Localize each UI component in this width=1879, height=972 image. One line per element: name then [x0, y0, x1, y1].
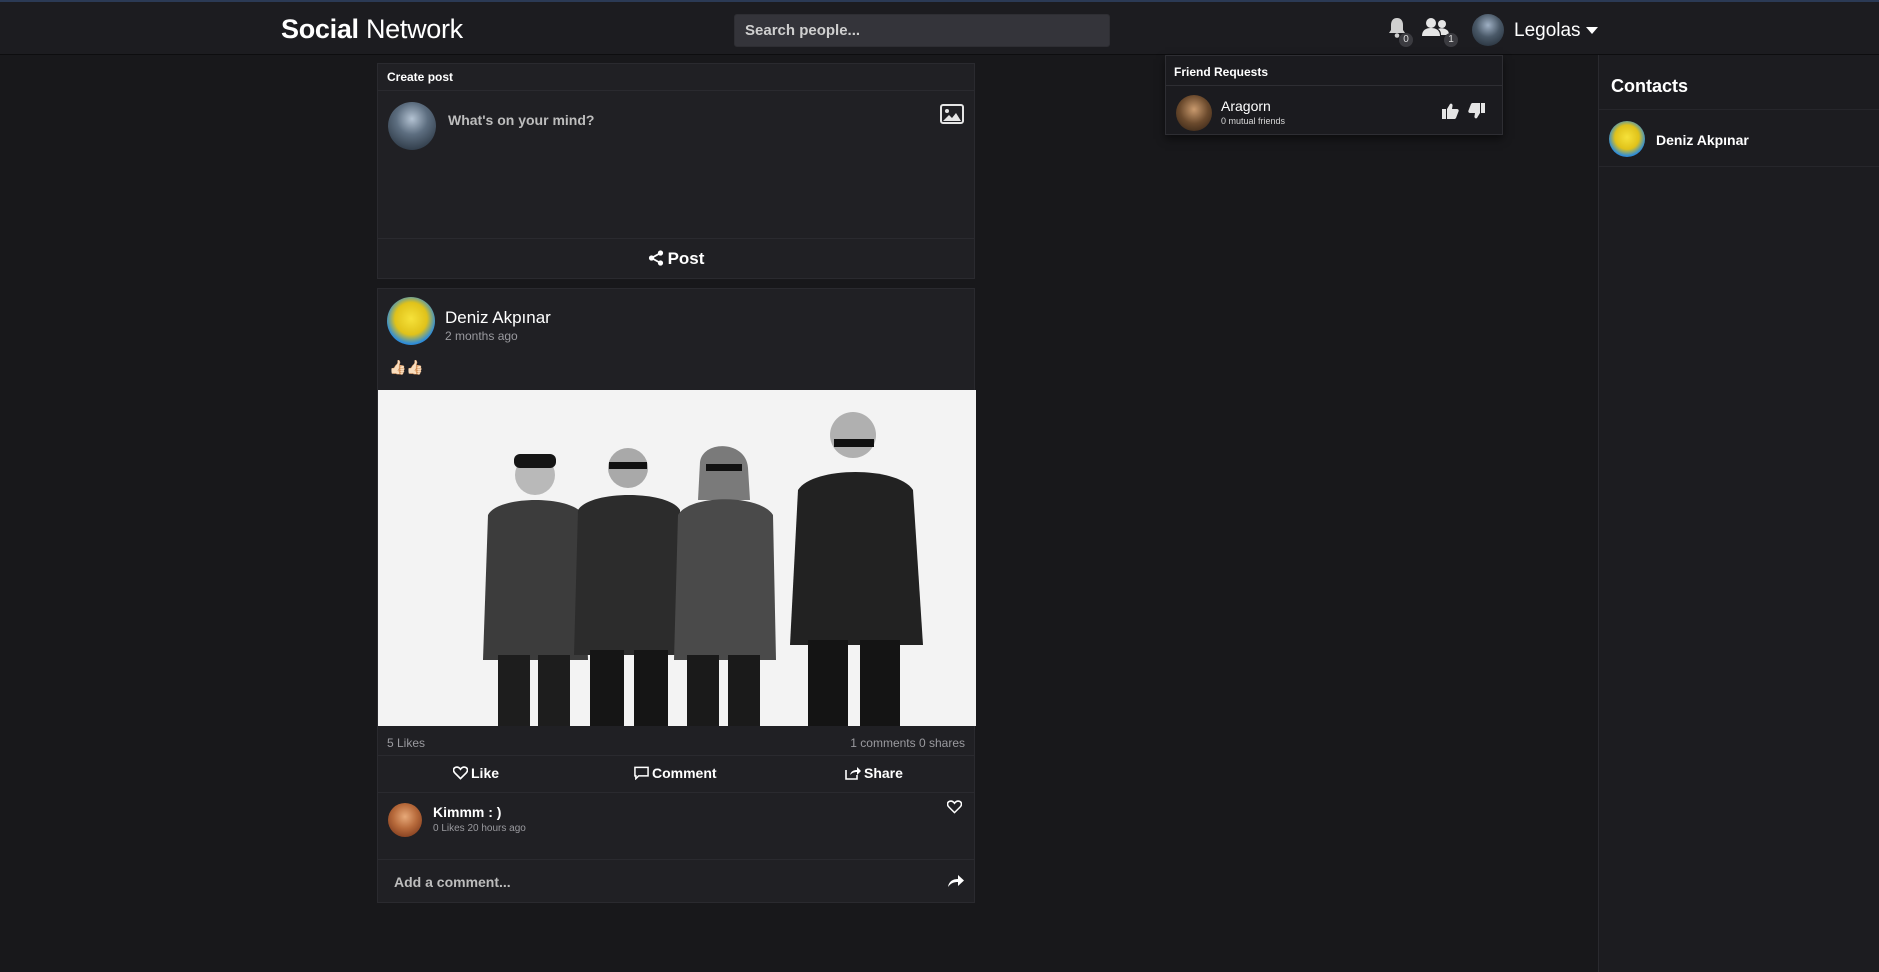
post-text: 👍🏻👍🏻 — [389, 359, 424, 375]
contacts-sidebar: Contacts Deniz Akpınar — [1598, 55, 1879, 972]
reply-arrow-icon — [948, 875, 964, 887]
author-name[interactable]: Deniz Akpınar — [445, 308, 551, 328]
likes-count[interactable]: 5 Likes — [387, 736, 425, 750]
friend-requests-dropdown: Friend Requests Aragorn 0 mutual friends — [1165, 55, 1503, 135]
comment-meta: 0 Likes 20 hours ago — [433, 823, 526, 834]
comment-avatar[interactable] — [388, 803, 422, 837]
decline-request-button[interactable] — [1468, 103, 1485, 124]
divider — [1599, 109, 1879, 110]
comment-like-button[interactable] — [946, 800, 963, 819]
search-input[interactable] — [734, 14, 1110, 47]
post-image[interactable] — [378, 390, 976, 726]
image-upload-button[interactable] — [940, 104, 964, 129]
accept-request-button[interactable] — [1442, 103, 1459, 124]
friend-requests-title: Friend Requests — [1166, 56, 1502, 86]
notifications-button[interactable]: 0 — [1387, 17, 1417, 47]
mutual-friends-count: 0 mutual friends — [1221, 116, 1286, 126]
thumbs-down-icon — [1468, 103, 1485, 119]
contact-avatar — [1609, 121, 1645, 157]
friend-request-name[interactable]: Aragorn — [1221, 98, 1271, 114]
add-comment-input[interactable] — [394, 870, 914, 894]
like-button[interactable]: Like — [452, 765, 499, 781]
chevron-down-icon[interactable] — [1586, 27, 1598, 34]
author-avatar[interactable] — [387, 297, 435, 345]
brand-logo[interactable]: Social Network — [281, 14, 463, 45]
post-text-input[interactable]: What's on your mind? — [448, 112, 594, 128]
share-button[interactable]: Share — [845, 765, 903, 781]
friend-request-avatar[interactable] — [1176, 95, 1212, 131]
heart-icon — [946, 800, 963, 814]
contact-name: Deniz Akpınar — [1656, 132, 1749, 148]
notifications-badge: 0 — [1399, 33, 1413, 47]
friend-requests-badge: 1 — [1444, 33, 1458, 47]
friend-requests-button[interactable]: 1 — [1422, 17, 1458, 47]
user-avatar[interactable] — [1472, 14, 1504, 46]
send-comment-button[interactable] — [948, 874, 964, 893]
contact-item[interactable]: Deniz Akpınar — [1599, 111, 1879, 167]
comment-text: Kimmm : ) — [433, 804, 502, 820]
add-comment-row — [378, 859, 974, 904]
image-icon — [940, 104, 964, 124]
feed-post: Deniz Akpınar 2 months ago 👍🏻👍🏻 5 Likes … — [377, 288, 976, 904]
create-post-title: Create post — [378, 64, 974, 91]
post-timestamp: 2 months ago — [445, 329, 518, 343]
comment-button[interactable]: Comment — [634, 765, 717, 781]
contacts-title: Contacts — [1611, 76, 1689, 96]
band-photo — [378, 390, 976, 726]
avatar — [388, 102, 436, 150]
heart-icon — [452, 766, 469, 780]
share-icon — [845, 767, 861, 780]
thumbs-up-icon — [1442, 103, 1459, 119]
post-actions: Like Comment Share — [378, 755, 974, 793]
share-nodes-icon — [648, 250, 663, 266]
comments-shares-count[interactable]: 1 comments 0 shares — [850, 736, 965, 750]
comment-icon — [634, 766, 649, 781]
top-navbar: Social Network 0 1 Legolas — [0, 0, 1879, 55]
user-name[interactable]: Legolas — [1514, 20, 1581, 42]
post-button[interactable]: Post — [378, 238, 974, 278]
create-post-card: Create post What's on your mind? Post — [377, 63, 975, 279]
